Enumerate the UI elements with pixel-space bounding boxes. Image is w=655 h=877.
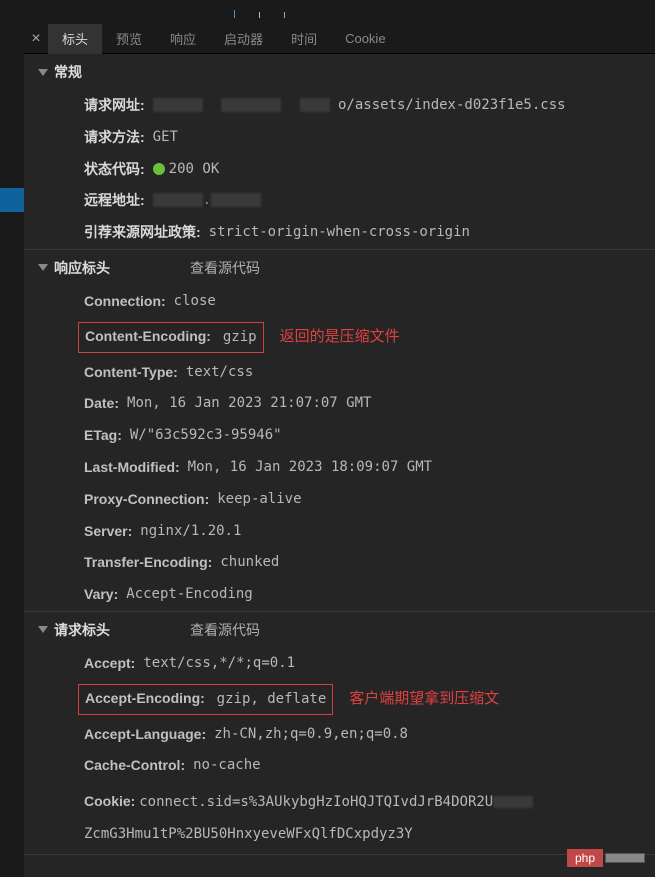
server-row: Server: nginx/1.20.1: [24, 516, 655, 548]
accept-encoding-row: Accept-Encoding: gzip, deflate 客户端期望拿到压缩…: [24, 680, 655, 719]
request-method-value: GET: [153, 126, 178, 150]
date-row: Date: Mon, 16 Jan 2023 21:07:07 GMT: [24, 388, 655, 420]
request-method-row: 请求方法: GET: [24, 122, 655, 154]
php-logo-icon: php: [567, 849, 603, 867]
referrer-policy-row: 引荐来源网址政策: strict-origin-when-cross-origi…: [24, 217, 655, 249]
view-source-request[interactable]: 查看源代码: [190, 620, 260, 640]
tab-preview[interactable]: 预览: [102, 23, 156, 54]
collapse-icon: [38, 626, 48, 633]
connection-row: Connection: close: [24, 286, 655, 318]
accept-language-row: Accept-Language: zh-CN,zh;q=0.9,en;q=0.8: [24, 719, 655, 751]
sidebar-marker: [0, 188, 24, 212]
cache-control-row: Cache-Control: no-cache: [24, 750, 655, 782]
cookie-row: Cookie: connect.sid=s%3AUkybgHzIoHQJTQIv…: [24, 782, 655, 854]
request-method-label: 请求方法:: [84, 126, 145, 150]
section-response-title: 响应标头: [54, 258, 110, 278]
remote-address-value: .: [153, 189, 261, 213]
section-general-title: 常规: [54, 62, 82, 82]
section-request-title: 请求标头: [54, 620, 110, 640]
content-encoding-row: Content-Encoding: gzip 返回的是压缩文件: [24, 318, 655, 357]
remote-address-label: 远程地址:: [84, 189, 145, 213]
annotation-request-gzip: 客户端期望拿到压缩文: [349, 686, 499, 712]
request-url-label: 请求网址:: [84, 94, 145, 118]
collapse-icon: [38, 264, 48, 271]
tab-initiator[interactable]: 启动器: [210, 23, 277, 54]
content-type-row: Content-Type: text/css: [24, 357, 655, 389]
vary-row: Vary: Accept-Encoding: [24, 579, 655, 611]
section-request-header[interactable]: 请求标头 查看源代码: [24, 612, 655, 648]
section-general-header[interactable]: 常规: [24, 54, 655, 90]
status-code-row: 状态代码: 200 OK: [24, 154, 655, 186]
timeline-ruler: [24, 0, 655, 24]
watermark: php: [567, 849, 645, 867]
remote-address-row: 远程地址: .: [24, 185, 655, 217]
status-dot-icon: [153, 163, 165, 175]
watermark-bar: [605, 853, 645, 863]
tabs-bar: × 标头 预览 响应 启动器 时间 Cookie: [24, 24, 655, 54]
tab-timing[interactable]: 时间: [277, 23, 331, 54]
tab-response[interactable]: 响应: [156, 23, 210, 54]
request-url-row: 请求网址: o/assets/index-d023f1e5.css: [24, 90, 655, 122]
annotation-response-gzip: 返回的是压缩文件: [280, 324, 400, 350]
status-code-value: 200 OK: [153, 158, 220, 182]
section-response-header[interactable]: 响应标头 查看源代码: [24, 250, 655, 286]
collapse-icon: [38, 69, 48, 76]
view-source-response[interactable]: 查看源代码: [190, 258, 260, 278]
last-modified-row: Last-Modified: Mon, 16 Jan 2023 18:09:07…: [24, 452, 655, 484]
proxy-connection-row: Proxy-Connection: keep-alive: [24, 484, 655, 516]
content-encoding-highlight: Content-Encoding: gzip: [78, 322, 264, 353]
tab-cookie[interactable]: Cookie: [331, 25, 399, 52]
referrer-policy-value: strict-origin-when-cross-origin: [209, 221, 470, 245]
tab-headers[interactable]: 标头: [48, 23, 102, 54]
transfer-encoding-row: Transfer-Encoding: chunked: [24, 547, 655, 579]
status-code-label: 状态代码:: [84, 158, 145, 182]
accept-encoding-highlight: Accept-Encoding: gzip, deflate: [78, 684, 333, 715]
request-url-value: o/assets/index-d023f1e5.css: [153, 94, 566, 118]
referrer-policy-label: 引荐来源网址政策:: [84, 221, 201, 245]
etag-row: ETag: W/"63c592c3-95946": [24, 420, 655, 452]
accept-row: Accept: text/css,*/*;q=0.1: [24, 648, 655, 680]
close-icon[interactable]: ×: [24, 30, 48, 48]
